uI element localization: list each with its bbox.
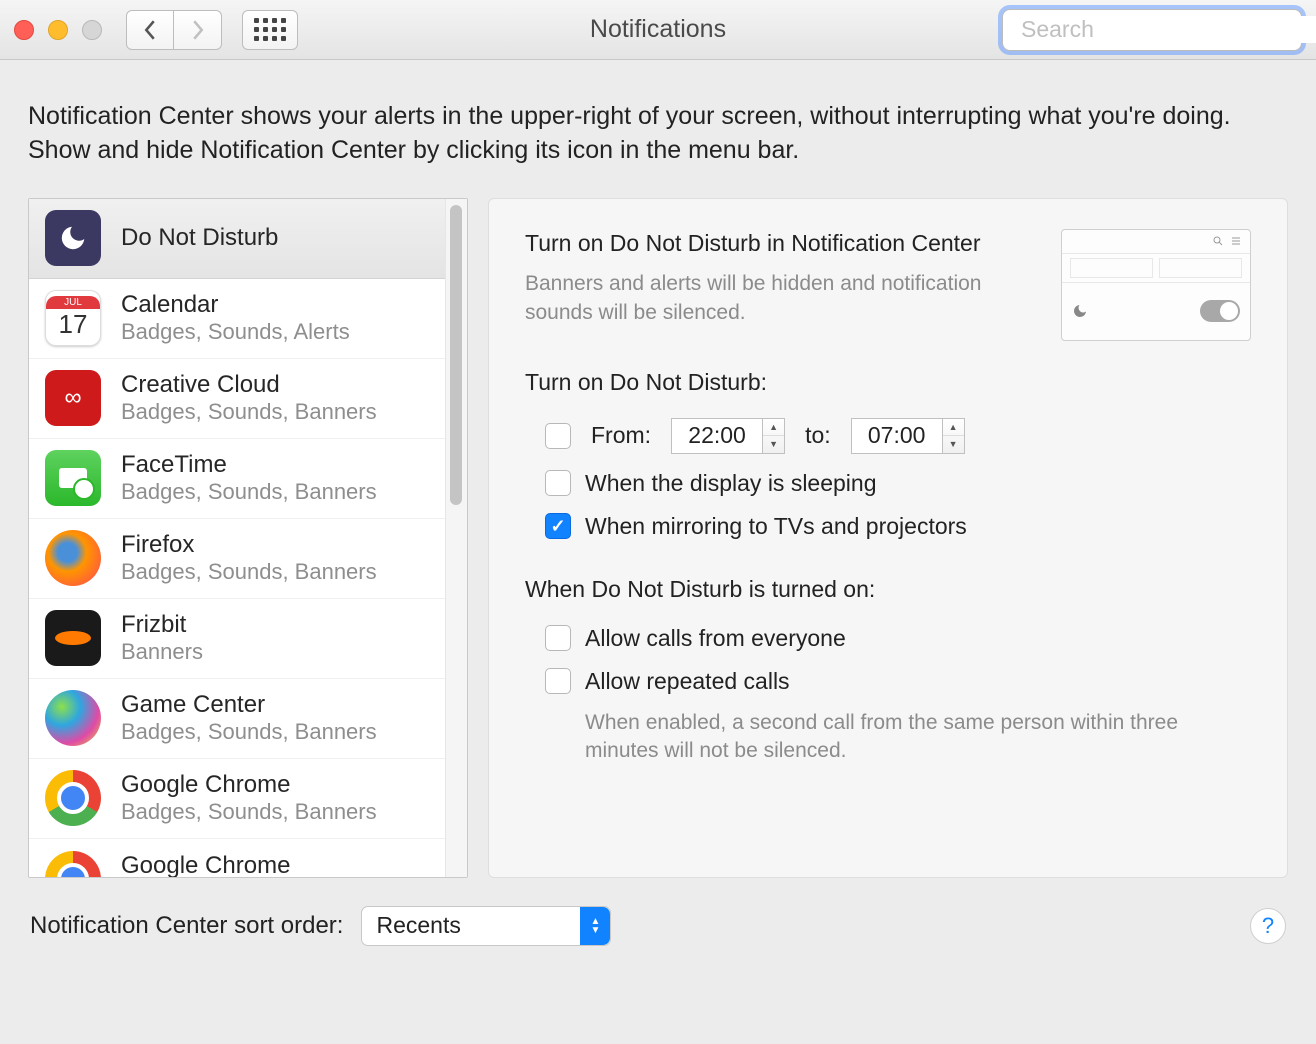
toggle-icon (1200, 300, 1240, 322)
sleeping-label: When the display is sleeping (585, 470, 877, 497)
calendar-icon: JUL17 (45, 290, 101, 346)
sidebar-item-label: Creative Cloud (121, 371, 377, 399)
from-to-checkbox[interactable] (545, 423, 571, 449)
forward-button (174, 10, 222, 50)
chrome-icon (45, 770, 101, 826)
pane-description: Notification Center shows your alerts in… (0, 60, 1316, 198)
repeated-hint: When enabled, a second call from the sam… (525, 703, 1251, 766)
back-button[interactable] (126, 10, 174, 50)
sidebar-item-label: Game Center (121, 691, 377, 719)
sidebar-item-sub: Badges, Sounds, Banners (121, 559, 377, 585)
zoom-icon (82, 20, 102, 40)
sidebar-item-label: Do Not Disturb (121, 224, 278, 252)
sidebar-item-label: FaceTime (121, 451, 377, 479)
show-all-button[interactable] (242, 10, 298, 50)
help-icon: ? (1262, 913, 1274, 939)
allow-repeated-checkbox[interactable] (545, 668, 571, 694)
allow-repeated-label: Allow repeated calls (585, 668, 790, 695)
sleeping-row: When the display is sleeping (525, 462, 1251, 505)
dnd-heading: Turn on Do Not Disturb in Notification C… (525, 229, 1037, 259)
notification-preview (1061, 229, 1251, 341)
titlebar: Notifications (0, 0, 1316, 60)
creative-cloud-icon: ∞ (45, 370, 101, 426)
sidebar-item-label: Google Chrome (121, 852, 350, 877)
firefox-icon (45, 530, 101, 586)
mirroring-row: When mirroring to TVs and projectors (525, 505, 1251, 548)
sidebar-item-creative-cloud[interactable]: ∞ Creative Cloud Badges, Sounds, Banners (29, 359, 467, 439)
when-on-label: When Do Not Disturb is turned on: (525, 576, 1251, 603)
from-time-stepper[interactable]: ▲▼ (763, 418, 785, 454)
sidebar-item-label: Firefox (121, 531, 377, 559)
sleeping-checkbox[interactable] (545, 470, 571, 496)
sort-order-value: Recents (376, 912, 460, 939)
from-label: From: (591, 422, 651, 449)
sidebar-item-sub: Banners (121, 639, 203, 665)
sidebar-item-google-chrome-2[interactable]: Google Chrome Badges, Sounds, Alerts (29, 839, 467, 877)
sidebar-item-calendar[interactable]: JUL17 Calendar Badges, Sounds, Alerts (29, 279, 467, 359)
allow-everyone-checkbox[interactable] (545, 625, 571, 651)
sidebar-item-firefox[interactable]: Firefox Badges, Sounds, Banners (29, 519, 467, 599)
scrollbar-thumb[interactable] (450, 205, 462, 505)
search-input[interactable] (1021, 16, 1316, 43)
minimize-icon[interactable] (48, 20, 68, 40)
search-field[interactable] (1002, 9, 1302, 51)
sidebar-item-sub: Badges, Sounds, Banners (121, 479, 377, 505)
sidebar-item-sub: Badges, Sounds, Banners (121, 799, 377, 825)
game-center-icon (45, 690, 101, 746)
sidebar-item-facetime[interactable]: FaceTime Badges, Sounds, Banners (29, 439, 467, 519)
scrollbar-track[interactable] (445, 199, 467, 877)
moon-icon (1072, 303, 1088, 319)
from-time-input[interactable]: 22:00 (671, 418, 763, 454)
sidebar-item-sub: Badges, Sounds, Banners (121, 399, 377, 425)
sidebar-item-label: Google Chrome (121, 771, 377, 799)
to-time-input[interactable]: 07:00 (851, 418, 943, 454)
sidebar-item-label: Frizbit (121, 611, 203, 639)
chevron-updown-icon: ▲▼ (580, 907, 610, 945)
app-list-panel: Do Not Disturb JUL17 Calendar Badges, So… (28, 198, 468, 878)
sidebar-item-label: Calendar (121, 291, 350, 319)
sort-order-label: Notification Center sort order: (30, 912, 343, 940)
list-icon (1230, 235, 1242, 247)
mirroring-label: When mirroring to TVs and projectors (585, 513, 967, 540)
facetime-icon (45, 450, 101, 506)
footer: Notification Center sort order: Recents … (0, 878, 1316, 946)
schedule-label: Turn on Do Not Disturb: (525, 369, 1251, 396)
to-label: to: (805, 422, 831, 449)
allow-repeated-row: Allow repeated calls (525, 660, 1251, 703)
sidebar-item-google-chrome[interactable]: Google Chrome Badges, Sounds, Banners (29, 759, 467, 839)
close-icon[interactable] (14, 20, 34, 40)
allow-everyone-label: Allow calls from everyone (585, 625, 846, 652)
help-button[interactable]: ? (1250, 908, 1286, 944)
nav-buttons (126, 10, 222, 50)
moon-icon (45, 210, 101, 266)
mirroring-checkbox[interactable] (545, 513, 571, 539)
allow-everyone-row: Allow calls from everyone (525, 617, 1251, 660)
sidebar-item-sub: Badges, Sounds, Alerts (121, 319, 350, 345)
sort-order-select[interactable]: Recents ▲▼ (361, 906, 611, 946)
dnd-subheading: Banners and alerts will be hidden and no… (525, 270, 1037, 327)
window-controls (14, 20, 102, 40)
frizbit-icon (45, 610, 101, 666)
to-time-stepper[interactable]: ▲▼ (943, 418, 965, 454)
sidebar-item-do-not-disturb[interactable]: Do Not Disturb (29, 199, 467, 279)
grid-icon (254, 18, 286, 41)
sidebar-item-frizbit[interactable]: Frizbit Banners (29, 599, 467, 679)
chrome-icon (45, 851, 101, 877)
settings-panel: Turn on Do Not Disturb in Notification C… (488, 198, 1288, 878)
from-to-row: From: 22:00 ▲▼ to: 07:00 ▲▼ (525, 410, 1251, 462)
sidebar-item-game-center[interactable]: Game Center Badges, Sounds, Banners (29, 679, 467, 759)
search-icon (1212, 235, 1224, 247)
sidebar-item-sub: Badges, Sounds, Banners (121, 719, 377, 745)
